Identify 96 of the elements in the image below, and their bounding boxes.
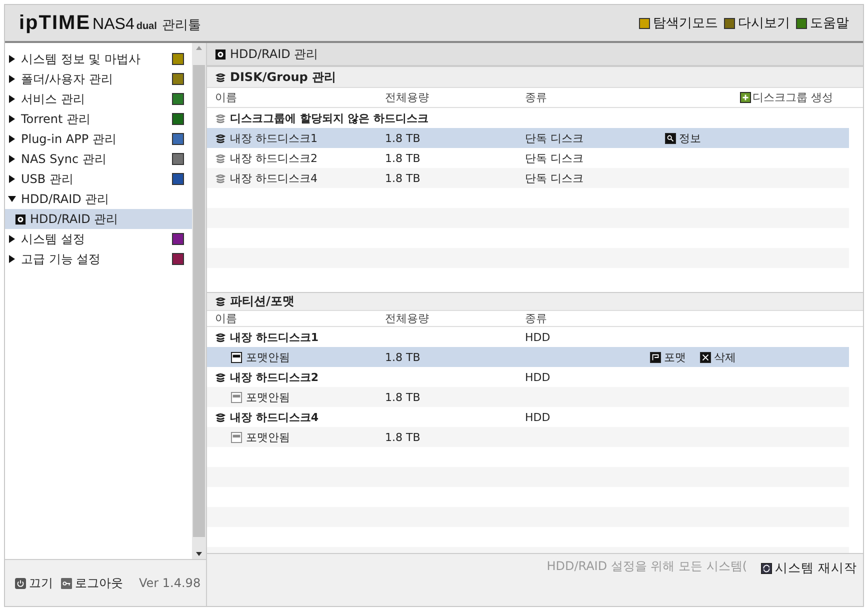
table-cell-text: 단독 디스크 — [525, 150, 584, 166]
create-group-button[interactable]: 디스크그룹 생성 — [740, 90, 833, 105]
table-cell-text: 단독 디스크 — [525, 130, 584, 146]
sidebar-subitem[interactable]: HDD/RAID 관리 — [5, 209, 192, 229]
delete-icon — [700, 352, 711, 362]
expanded-triangle-icon[interactable] — [7, 194, 17, 204]
table-cell-text: 1.8 TB — [385, 132, 422, 144]
sidebar-item[interactable]: HDD/RAID 관리 — [5, 189, 192, 209]
sidebar-item[interactable]: NAS Sync 관리 — [5, 149, 192, 169]
sidebar-item[interactable]: USB 관리 — [5, 169, 192, 189]
sidebar-item[interactable]: 서비스 관리 — [5, 89, 192, 109]
collapsed-triangle-icon[interactable] — [7, 254, 17, 264]
group-label: 디스크그룹에 할당되지 않은 하드디스크 — [215, 110, 428, 126]
format-button[interactable]: 포맷 — [650, 350, 686, 364]
table-cell: 내장 하드디스크4 — [215, 410, 385, 424]
table-cell-text: 1.8 TB — [385, 350, 422, 364]
table-cell: 내장 하드디스크1 — [215, 130, 385, 146]
collapsed-triangle-icon[interactable] — [7, 134, 17, 144]
table-cell: 포맷안됨 — [215, 350, 385, 364]
sidebar-item[interactable]: 폴더/사용자 관리 — [5, 69, 192, 89]
page-title: HDD/RAID 관리 — [230, 46, 318, 62]
column-header: 전체용량 — [385, 90, 430, 105]
logo-text: ipTIME — [19, 12, 91, 34]
partition-icon — [231, 352, 242, 362]
section-title: 파티션/포맷 — [230, 293, 294, 310]
table-cell: 내장 하드디스크2 — [215, 370, 385, 384]
table-cell: 내장 하드디스크2 — [215, 150, 385, 166]
disk-stack-icon — [215, 412, 226, 422]
model-text: NAS4 — [92, 16, 134, 34]
disk-icon — [215, 48, 226, 60]
power-button[interactable]: 끄기 — [15, 574, 53, 592]
table-cell: 내장 하드디스크1 — [215, 330, 385, 344]
partition-row[interactable]: 포맷안됨 1.8 TB 포맷 삭제 — [207, 347, 849, 367]
sidebar-item[interactable]: Torrent 관리 — [5, 109, 192, 129]
disk-stack-icon — [215, 72, 226, 82]
table-cell: 포맷안됨 — [215, 390, 385, 404]
scrollbar[interactable] — [192, 43, 206, 559]
table-cell-text: 단독 디스크 — [525, 170, 584, 186]
sidebar-item[interactable]: 고급 기능 설정 — [5, 249, 192, 269]
column-header: 이름 — [215, 90, 238, 105]
key-icon — [61, 578, 72, 588]
table-cell: 내장 하드디스크4 — [215, 170, 385, 186]
restart-button[interactable]: 시스템 재시작 — [761, 560, 857, 577]
table-cell-text: HDD — [525, 410, 552, 424]
collapsed-triangle-icon[interactable] — [7, 154, 17, 164]
collapsed-triangle-icon[interactable] — [7, 234, 17, 244]
sidebar-item[interactable]: Plug-in APP 관리 — [5, 129, 192, 149]
section-title: DISK/Group 관리 — [230, 68, 336, 86]
header-link[interactable]: 다시보기 — [724, 14, 790, 32]
search-icon — [665, 132, 676, 144]
column-header: 전체용량 — [385, 311, 430, 326]
disk-stack-icon — [215, 332, 226, 342]
sidebar-item[interactable]: 시스템 설정 — [5, 229, 192, 249]
table-cell-text: HDD — [525, 370, 552, 384]
table-cell-text: HDD — [525, 330, 552, 344]
collapsed-triangle-icon[interactable] — [7, 94, 17, 104]
status-text: HDD/RAID 설정을 위해 모든 시스템( — [546, 558, 748, 575]
table-cell-text: 1.8 TB — [385, 152, 422, 164]
add-icon — [740, 92, 750, 103]
app-title: 관리툴 — [162, 16, 201, 34]
collapsed-triangle-icon[interactable] — [7, 54, 17, 64]
header-link[interactable]: 탐색기모드 — [639, 14, 718, 32]
table-cell-text: 1.8 TB — [385, 430, 422, 444]
partition-row[interactable]: 포맷안됨 1.8 TB — [207, 387, 849, 407]
collapsed-triangle-icon[interactable] — [7, 114, 17, 124]
table-cell: 포맷안됨 — [215, 430, 385, 444]
collapsed-triangle-icon[interactable] — [7, 74, 17, 84]
disk-stack-icon — [215, 152, 226, 164]
disk-row[interactable]: 내장 하드디스크4 1.8 TB 단독 디스크 — [207, 168, 849, 188]
table-cell-text: 1.8 TB — [385, 390, 422, 404]
refresh-icon — [761, 563, 772, 574]
scrollbar-thumb[interactable] — [193, 65, 205, 537]
disk-stack-icon — [215, 132, 226, 144]
table-cell-text: 1.8 TB — [385, 172, 422, 184]
disk-stack-icon — [215, 296, 226, 307]
partition-icon — [231, 392, 242, 402]
sidebar-item[interactable]: 시스템 정보 및 마법사 — [5, 49, 192, 69]
info-button[interactable]: 정보 — [665, 130, 701, 146]
partition-icon — [231, 432, 242, 442]
logout-button[interactable]: 로그아웃 — [61, 574, 123, 592]
disk-row[interactable]: 내장 하드디스크1 1.8 TB 단독 디스크 정보 — [207, 128, 849, 148]
column-header: 종류 — [525, 90, 548, 105]
delete-button[interactable]: 삭제 — [700, 350, 736, 364]
column-header: 종류 — [525, 311, 548, 326]
format-icon — [650, 352, 661, 362]
disk-stack-icon — [215, 112, 226, 124]
partition-row[interactable]: 포맷안됨 1.8 TB — [207, 427, 849, 447]
disk-stack-icon — [215, 372, 226, 382]
column-header: 이름 — [215, 311, 238, 326]
disk-icon — [15, 214, 26, 224]
collapsed-triangle-icon[interactable] — [7, 174, 17, 184]
power-icon — [15, 578, 26, 588]
disk-stack-icon — [215, 172, 226, 184]
header-link[interactable]: 도움말 — [796, 14, 849, 32]
model-suffix: dual — [136, 20, 157, 32]
version-text: Ver 1.4.98 — [139, 576, 201, 590]
